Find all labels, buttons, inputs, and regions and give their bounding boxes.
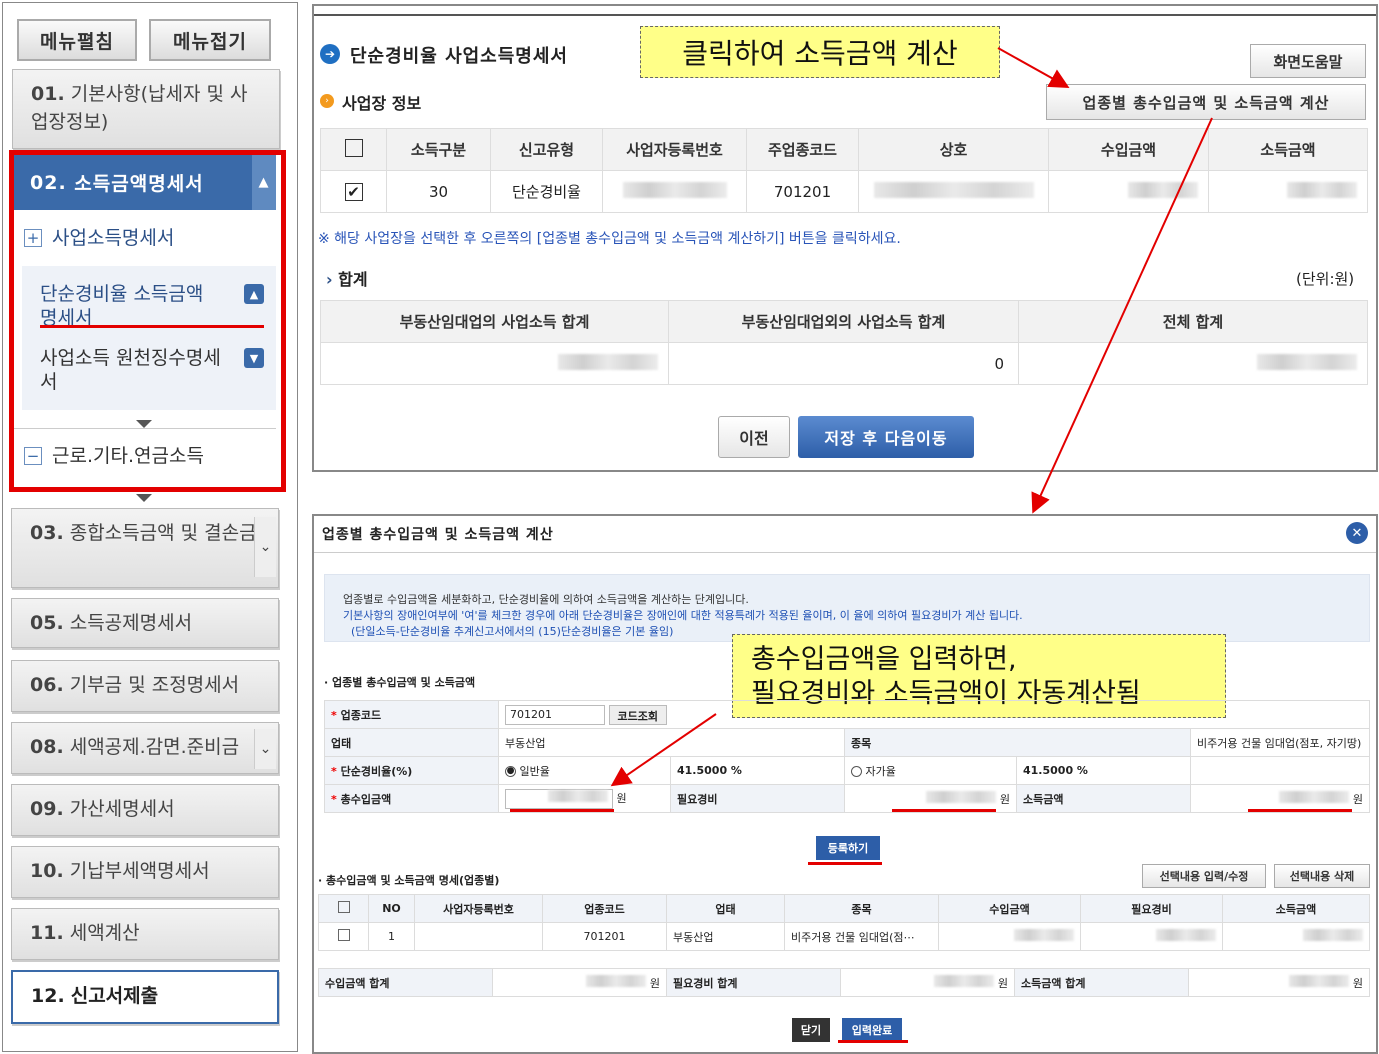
arrow-to-revenue-input	[610, 713, 717, 787]
arrow-to-calc-button	[997, 47, 1070, 88]
annotation-arrows	[610, 47, 1213, 787]
arrow-to-popup	[1031, 117, 1213, 514]
